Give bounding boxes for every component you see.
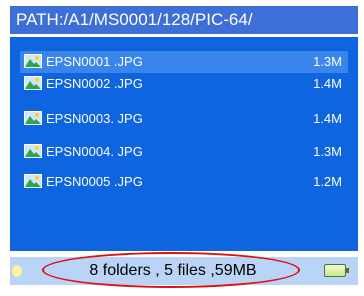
highlight-ellipse	[42, 252, 300, 288]
file-name: EPSN0003. JPG	[46, 111, 143, 126]
file-row[interactable]: EPSN0005 .JPG 1.2M	[20, 171, 348, 193]
image-file-icon	[24, 174, 42, 188]
battery-tip	[346, 268, 349, 273]
file-browser-screen: PATH:/A1/MS0001/128/PIC-64/ EPSN0001 .JP…	[0, 0, 364, 296]
status-bar: 8 folders , 5 files ,59MB	[10, 252, 358, 288]
file-list: EPSN0001 .JPG 1.3M EPSN0002 .JPG 1.4M EP…	[10, 37, 358, 251]
file-size: 1.2M	[313, 174, 342, 189]
file-name: EPSN0004. JPG	[46, 144, 143, 159]
file-size: 1.3M	[313, 144, 342, 159]
battery-icon	[324, 264, 346, 277]
disc-icon	[12, 265, 22, 277]
file-size: 1.4M	[313, 76, 342, 91]
file-name: EPSN0002 .JPG	[46, 76, 143, 91]
file-name: EPSN0005 .JPG	[46, 174, 143, 189]
file-size: 1.4M	[313, 111, 342, 126]
path-text: PATH:/A1/MS0001/128/PIC-64/	[16, 10, 253, 29]
image-file-icon	[24, 54, 42, 68]
file-row[interactable]: EPSN0001 .JPG 1.3M	[20, 51, 348, 73]
file-row[interactable]: EPSN0003. JPG 1.4M	[20, 108, 348, 130]
image-file-icon	[24, 144, 42, 158]
image-file-icon	[24, 76, 42, 90]
file-name: EPSN0001 .JPG	[46, 54, 143, 69]
file-size: 1.3M	[313, 54, 342, 69]
file-row[interactable]: EPSN0004. JPG 1.3M	[20, 141, 348, 163]
file-row[interactable]: EPSN0002 .JPG 1.4M	[20, 73, 348, 95]
image-file-icon	[24, 111, 42, 125]
path-bar: PATH:/A1/MS0001/128/PIC-64/	[10, 6, 358, 34]
